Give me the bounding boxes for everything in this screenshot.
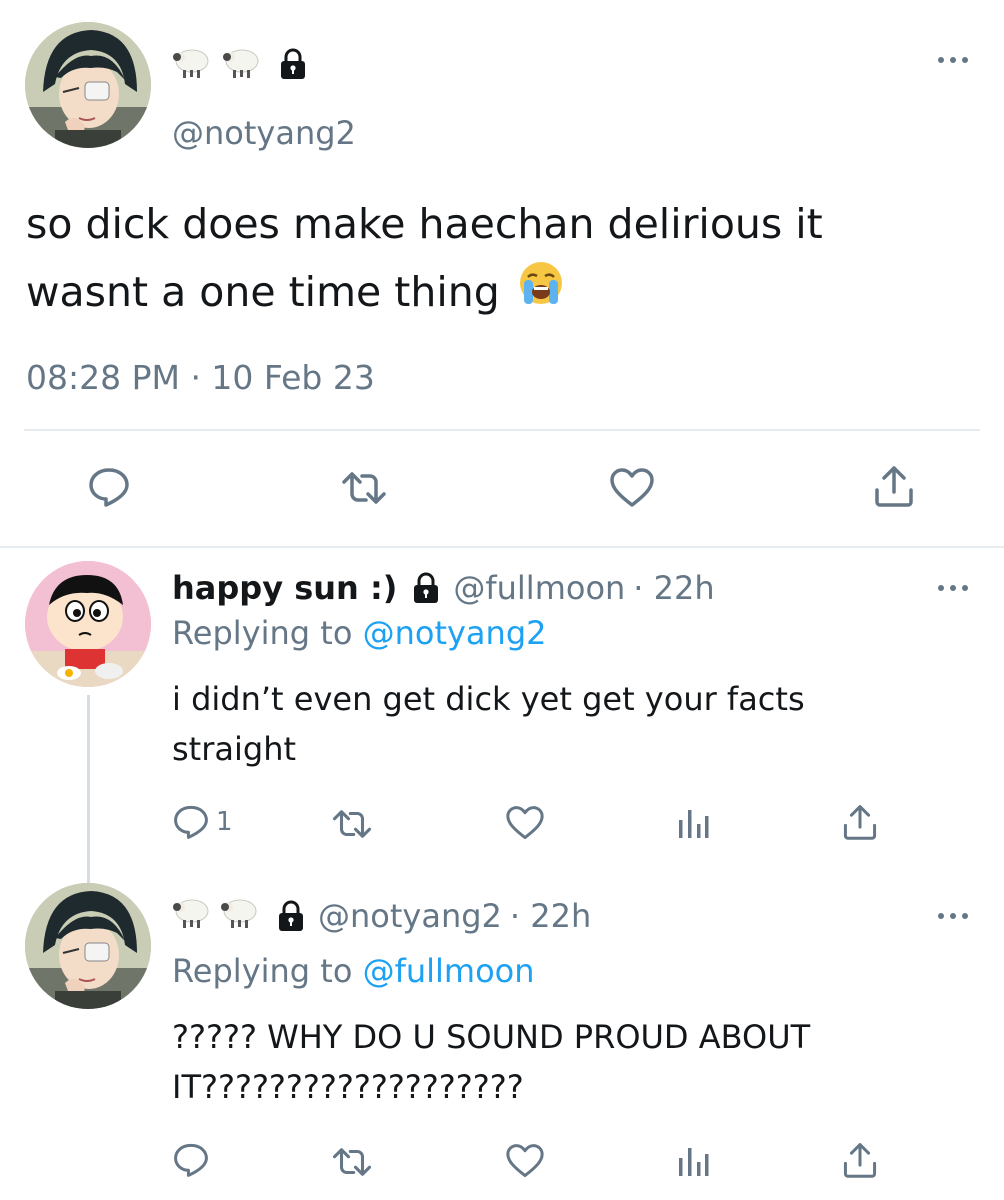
share-button[interactable]	[873, 464, 915, 508]
retweet-icon	[332, 1148, 372, 1176]
replying-to: Replying to @fullmoon	[172, 952, 535, 990]
analytics-icon	[679, 1148, 709, 1176]
analytics-button[interactable]	[676, 806, 710, 840]
reply-text-line: i didn’t even get dick yet get your fact…	[172, 680, 805, 718]
share-icon	[843, 1143, 877, 1178]
sheep-icon	[220, 44, 264, 84]
more-options-icon[interactable]	[938, 911, 968, 921]
tweet-text-segment: wasnt a one time thing	[26, 268, 500, 316]
reply-header: @notyang2 · 22h	[170, 894, 591, 938]
loudly-crying-face-icon	[518, 258, 564, 326]
retweet-button[interactable]	[340, 470, 388, 506]
reply-text-line: straight	[172, 730, 297, 768]
replying-to: Replying to @notyang2	[172, 614, 546, 652]
more-options-icon[interactable]	[938, 583, 968, 593]
reply-time[interactable]: · 22h	[510, 897, 591, 935]
lock-icon	[409, 571, 443, 605]
reply-icon	[89, 468, 129, 507]
like-button[interactable]	[609, 467, 655, 509]
reply-count: 1	[216, 807, 233, 837]
analytics-icon	[679, 810, 709, 838]
reply-button[interactable]	[87, 466, 131, 508]
tweet-text: so dick does make haechan delirious it w…	[26, 190, 823, 326]
replying-to-label: Replying to	[172, 614, 353, 652]
more-options-icon[interactable]	[938, 55, 968, 65]
reply-text-line: ????? WHY DO U SOUND PROUD ABOUT	[172, 1018, 811, 1056]
tweet-timestamp[interactable]: 08:28 PM · 10 Feb 23	[26, 358, 375, 397]
sheep-icon	[170, 894, 214, 938]
reply-text: i didn’t even get dick yet get your fact…	[172, 674, 805, 774]
retweet-button[interactable]	[331, 808, 373, 840]
divider	[24, 429, 980, 431]
like-icon	[610, 468, 654, 507]
share-button[interactable]	[842, 1141, 878, 1179]
display-name[interactable]	[170, 894, 262, 938]
retweet-icon	[342, 472, 386, 504]
reply-button[interactable]: 1	[172, 804, 233, 840]
lock-icon	[274, 899, 308, 933]
tweet-text-line: so dick does make haechan delirious it	[26, 200, 823, 248]
tweet-text-line: wasnt a one time thing	[26, 258, 823, 326]
replying-to-handle[interactable]: @fullmoon	[363, 952, 535, 990]
share-icon	[875, 466, 913, 507]
retweet-button[interactable]	[331, 1146, 373, 1178]
handle[interactable]: @notyang2	[318, 897, 502, 935]
like-icon	[506, 806, 544, 840]
reply-text: ????? WHY DO U SOUND PROUD ABOUT IT?????…	[172, 1012, 810, 1112]
handle[interactable]: @fullmoon	[453, 569, 625, 607]
sheep-icon	[170, 44, 214, 84]
reply-text-line: IT???????????????????	[172, 1068, 524, 1106]
like-button[interactable]	[505, 805, 545, 841]
reply-time[interactable]: · 22h	[633, 569, 714, 607]
replying-to-handle[interactable]: @notyang2	[363, 614, 547, 652]
reply-icon	[174, 805, 208, 839]
display-name[interactable]	[170, 44, 310, 84]
reply-button[interactable]	[172, 1142, 210, 1178]
replying-to-label: Replying to	[172, 952, 353, 990]
display-name[interactable]: happy sun :)	[172, 569, 397, 607]
retweet-icon	[332, 810, 372, 838]
avatar[interactable]	[25, 883, 151, 1009]
analytics-button[interactable]	[676, 1144, 710, 1178]
reply-header: happy sun :) @fullmoon · 22h	[172, 566, 715, 610]
sheep-icon	[218, 894, 262, 938]
thread-line	[87, 695, 90, 885]
divider	[0, 546, 1004, 548]
share-button[interactable]	[842, 803, 878, 841]
share-icon	[843, 805, 877, 840]
handle[interactable]: @notyang2	[172, 114, 356, 152]
lock-icon	[276, 47, 310, 81]
reply-icon	[174, 1143, 208, 1177]
like-button[interactable]	[505, 1143, 545, 1179]
like-icon	[506, 1144, 544, 1178]
avatar[interactable]	[25, 561, 151, 687]
avatar[interactable]	[25, 22, 151, 148]
